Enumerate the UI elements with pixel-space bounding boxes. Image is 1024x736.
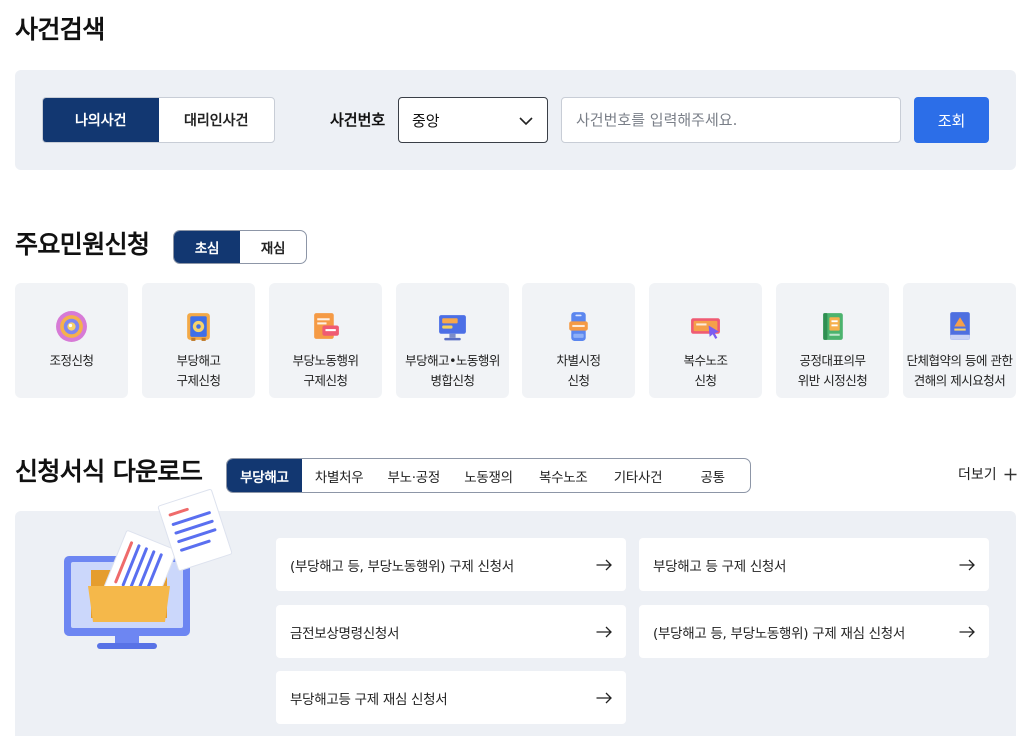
forms-title: 신청서식 다운로드 <box>15 457 203 486</box>
more-label: 더보기 <box>958 467 997 483</box>
label-line: 신청 <box>694 373 717 388</box>
page: 사건검색 나의사건 대리인사건 사건번호 중앙 조회 주요민원신청 초심 재심 <box>0 0 1024 736</box>
label-line: 복수노조 <box>683 353 728 368</box>
page-title: 사건검색 <box>15 15 105 44</box>
form-item-label: (부당해고 등, 부당노동행위) 구제 신청서 <box>290 558 514 575</box>
petition-stage-toggle: 초심 재심 <box>173 230 307 264</box>
label-line: 조정신청 <box>49 353 94 368</box>
plus-icon <box>1004 468 1017 480</box>
label-line: 구제신청 <box>176 373 221 388</box>
petition-card-mediation[interactable]: 조정신청 <box>15 283 128 398</box>
case-search-panel: 나의사건 대리인사건 사건번호 중앙 조회 <box>15 70 1016 170</box>
petition-card-label: 공정대표의무 위반 시정신청 <box>776 351 889 391</box>
petition-card-label: 단체협약의 등에 관한 견해의 제시요청서 <box>903 351 1016 391</box>
blue-book-icon <box>950 312 970 340</box>
green-book-icon <box>823 313 843 340</box>
label-line: 부당노동행위 <box>292 353 359 368</box>
form-item-label: (부당해고 등, 부당노동행위) 구제 재심 신청서 <box>653 625 906 642</box>
arrow-right-icon <box>596 626 612 637</box>
label-line: 부당해고 <box>176 353 221 368</box>
folder-documents-illustration-icon <box>64 489 233 649</box>
arrow-right-icon <box>596 692 612 703</box>
petition-card-label: 차별시정 신청 <box>522 351 635 391</box>
label-line: 차별시정 <box>556 353 601 368</box>
petition-card-multiple-unions[interactable]: 복수노조 신청 <box>649 283 762 398</box>
petition-card-collective-agreement[interactable]: 단체협약의 등에 관한 견해의 제시요청서 <box>903 283 1016 398</box>
tab-common[interactable]: 공통 <box>675 459 750 492</box>
petition-card-discrimination[interactable]: 차별시정 신청 <box>522 283 635 398</box>
label-line: 구제신청 <box>303 373 348 388</box>
document-badge-icon <box>314 313 339 339</box>
form-item[interactable]: 부당해고등 구제 재심 신청서 <box>276 671 626 724</box>
tab-labor-fairness[interactable]: 부노·공정 <box>376 459 451 492</box>
form-item[interactable]: (부당해고 등, 부당노동행위) 구제 재심 신청서 <box>639 605 989 658</box>
case-type-toggle: 나의사건 대리인사건 <box>42 97 275 143</box>
tab-first-instance[interactable]: 초심 <box>174 231 240 263</box>
tab-multiple-unions[interactable]: 복수노조 <box>526 459 601 492</box>
petition-card-label: 조정신청 <box>15 351 128 371</box>
petition-card-fair-representation[interactable]: 공정대표의무 위반 시정신청 <box>776 283 889 398</box>
form-item[interactable]: 부당해고 등 구제 신청서 <box>639 538 989 591</box>
tab-labor-dispute[interactable]: 노동쟁의 <box>451 459 526 492</box>
label-line: 견해의 제시요청서 <box>913 373 1006 388</box>
petition-card-unfair-labor-practice[interactable]: 부당노동행위 구제신청 <box>269 283 382 398</box>
case-number-input[interactable] <box>561 97 901 143</box>
form-item[interactable]: 금전보상명령신청서 <box>276 605 626 658</box>
safe-box-icon <box>187 313 210 341</box>
more-link[interactable]: 더보기 <box>958 463 1017 485</box>
label-line: 부당해고•노동행위 <box>405 353 500 368</box>
form-category-tabs: 부당해고 차별처우 부노·공정 노동쟁의 복수노조 기타사건 공통 <box>226 458 751 493</box>
form-item-label: 부당해고등 구제 재심 신청서 <box>290 691 448 708</box>
monitor-icon <box>439 315 466 341</box>
label-line: 신청 <box>567 373 590 388</box>
search-button[interactable]: 조회 <box>914 97 989 143</box>
phone-icon <box>569 312 588 341</box>
form-item[interactable]: (부당해고 등, 부당노동행위) 구제 신청서 <box>276 538 626 591</box>
petition-card-unfair-dismissal[interactable]: 부당해고 구제신청 <box>142 283 255 398</box>
tab-discrimination[interactable]: 차별처우 <box>302 459 377 492</box>
mediation-target-icon <box>56 311 87 342</box>
arrow-right-icon <box>596 559 612 570</box>
petition-card-label: 부당노동행위 구제신청 <box>269 351 382 391</box>
tab-my-cases[interactable]: 나의사건 <box>43 98 159 142</box>
petitions-title: 주요민원신청 <box>15 230 150 259</box>
screen-cursor-icon <box>691 318 720 339</box>
petition-card-label: 복수노조 신청 <box>649 351 762 391</box>
form-item-label: 부당해고 등 구제 신청서 <box>653 558 787 575</box>
court-select[interactable]: 중앙 <box>398 97 548 143</box>
form-item-label: 금전보상명령신청서 <box>290 625 400 642</box>
arrow-right-icon <box>959 626 975 637</box>
case-number-label: 사건번호 <box>330 111 386 129</box>
petition-card-combined[interactable]: 부당해고•노동행위 병합신청 <box>396 283 509 398</box>
tab-agent-cases[interactable]: 대리인사건 <box>159 98 275 142</box>
label-line: 단체협약의 등에 관한 <box>906 353 1013 368</box>
petition-card-label: 부당해고•노동행위 병합신청 <box>396 351 509 391</box>
label-line: 병합신청 <box>430 373 475 388</box>
label-line: 위반 시정신청 <box>797 373 868 388</box>
tab-other-cases[interactable]: 기타사건 <box>601 459 676 492</box>
chevron-down-icon <box>519 117 533 126</box>
tab-review[interactable]: 재심 <box>240 231 306 263</box>
arrow-right-icon <box>959 559 975 570</box>
court-select-value: 중앙 <box>412 111 440 130</box>
label-line: 공정대표의무 <box>799 353 866 368</box>
petition-card-label: 부당해고 구제신청 <box>142 351 255 391</box>
